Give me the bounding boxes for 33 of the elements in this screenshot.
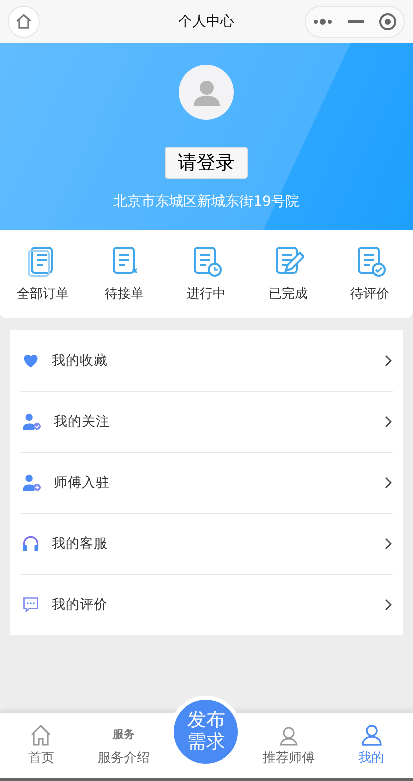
close-button[interactable] [378, 12, 397, 30]
user-add-icon [22, 474, 42, 492]
home-button[interactable] [8, 6, 40, 38]
more-button[interactable] [313, 18, 334, 24]
order-status-button[interactable]: 待评价 [332, 245, 408, 303]
user-check-icon [22, 413, 42, 431]
menu-item[interactable]: 我的收藏 [20, 330, 393, 391]
home-icon [15, 12, 33, 30]
minimize-button[interactable] [348, 20, 364, 24]
order-status-button[interactable]: 已完成 [250, 245, 326, 303]
order-status-button[interactable]: 进行中 [168, 245, 244, 303]
menu-item[interactable]: 师傅入驻 [20, 452, 393, 513]
tab-bar-item[interactable]: 首页 [0, 724, 83, 767]
page-title: 个人中心 [178, 12, 234, 30]
tab-bar-item[interactable]: 服务 服务介绍 [82, 724, 166, 767]
chevron-icon [385, 538, 393, 550]
menu-item[interactable]: 我的评价 [20, 574, 393, 635]
home-icon [29, 724, 54, 746]
service-icon: 服务 [112, 724, 135, 746]
menu-item[interactable]: 我的客服 [20, 513, 393, 574]
chevron-icon [385, 477, 393, 489]
tab-bar-item[interactable]: 推荐师傅 [248, 724, 330, 767]
order-status-button[interactable]: 待接单 [86, 245, 163, 303]
order-status-button[interactable]: 全部订单 [4, 245, 81, 303]
chat-icon [22, 596, 40, 614]
login-button[interactable]: 请登录 [165, 147, 248, 179]
address: 北京市东城区新城东街19号院 [114, 193, 300, 211]
headset-icon [22, 535, 40, 553]
menu-item[interactable]: 我的关注 [20, 391, 393, 452]
user-icon [360, 724, 384, 746]
chevron-icon [385, 599, 393, 611]
chevron-icon [385, 416, 393, 428]
chevron-icon [385, 354, 393, 366]
